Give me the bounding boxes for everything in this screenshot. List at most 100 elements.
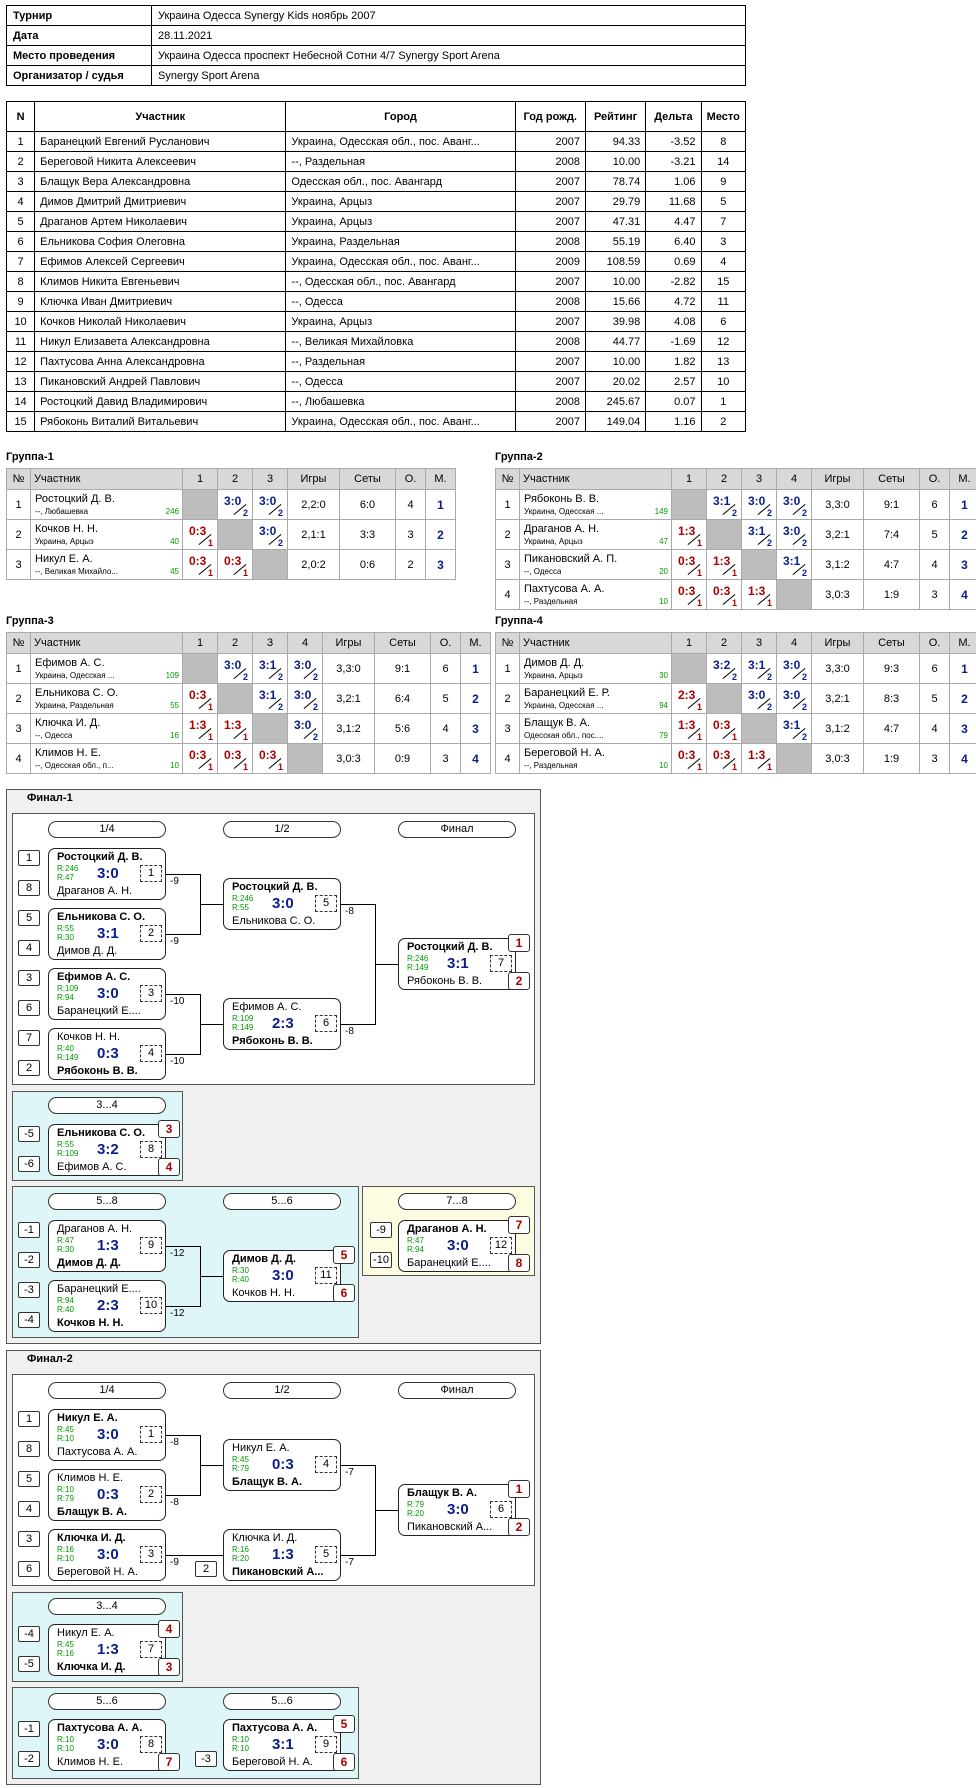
result-score: 3:0 xyxy=(224,658,242,672)
table-cell: Никул Елизавета Александровна xyxy=(34,331,287,352)
result-cell: 3:1 2 xyxy=(741,519,777,550)
result-points: 1 xyxy=(696,568,702,578)
result-score: 3:1 xyxy=(748,524,766,538)
player-city: Украина, Раздельная xyxy=(35,701,114,710)
seed-number: 8 xyxy=(18,880,40,896)
sets-cell: 1:9 xyxy=(863,579,920,610)
player-rating: 246 xyxy=(165,507,179,516)
info-row: Дата 28.11.2021 xyxy=(6,25,746,46)
table-cell: Рябоконь Виталий Витальевич xyxy=(34,411,287,432)
result-cell: 3:1 2 xyxy=(252,653,288,684)
final-place: 1 xyxy=(508,934,530,952)
table-cell: 29.79 xyxy=(584,191,647,212)
match-score: 2:3 xyxy=(272,1015,294,1032)
result-cell: 3:0 2 xyxy=(287,713,323,744)
loser-goto: -10 xyxy=(170,1056,185,1067)
match-rating-2: R:30 xyxy=(57,1245,74,1254)
group-row: 2 Ельникова С. О. Украина, Раздельная 55 0:3… xyxy=(6,683,491,714)
header-opponent: 2 xyxy=(706,468,742,490)
result-points: 2 xyxy=(731,672,737,682)
result-cell: 0:3 1 xyxy=(217,743,253,774)
player-city: --, Одесская обл., п... xyxy=(35,761,114,770)
result-score: 3:0 xyxy=(783,524,801,538)
sets-cell: 6:0 xyxy=(339,489,396,520)
group-row: 4 Климов Н. Е. --, Одесская обл., п... 10 0:… xyxy=(6,743,491,774)
table-cell: 1 xyxy=(700,391,747,412)
match-player-2: Рябоконь В. В. xyxy=(57,1065,138,1077)
player-city: Украина, Арцыз xyxy=(35,537,94,546)
seed-number: 6 xyxy=(18,1000,40,1016)
result-points: 2 xyxy=(766,538,772,548)
match-rating-1: R:79 xyxy=(407,1500,424,1509)
result-score: 1:3 xyxy=(678,718,696,732)
round-caption: 7...8 xyxy=(398,1193,516,1210)
result-score: 3:0 xyxy=(294,658,312,672)
result-points: 1 xyxy=(207,762,213,772)
player-name: Никул Е. А. xyxy=(35,553,93,565)
match-score: 3:0 xyxy=(97,1426,119,1443)
seed-number: 1 xyxy=(18,850,40,866)
row-number: 1 xyxy=(6,489,31,520)
header-no: № xyxy=(6,468,31,490)
table-cell: --, Одесса xyxy=(285,371,516,392)
group-title: Группа-1 xyxy=(6,451,54,463)
result-score: 3:0 xyxy=(748,688,766,702)
header-player: Участник xyxy=(30,632,183,654)
games-cell: 3,0:3 xyxy=(322,743,375,774)
games-cell: 3,1:2 xyxy=(811,549,864,580)
match-rating-1: R:109 xyxy=(232,1014,254,1023)
loser-goto: -8 xyxy=(170,1497,179,1508)
match-player-1: Ростоцкий Д. В. xyxy=(57,851,143,863)
table-cell: 2008 xyxy=(514,291,586,312)
table-cell: 2008 xyxy=(514,331,586,352)
table-cell: 2007 xyxy=(514,171,586,192)
result-cell: 0:3 1 xyxy=(182,519,218,550)
match-rating-1: R:94 xyxy=(57,1296,74,1305)
loser-goto: -12 xyxy=(170,1308,185,1319)
table-cell: 4.08 xyxy=(645,311,702,332)
info-label: Дата xyxy=(6,25,152,46)
table-cell: 2009 xyxy=(514,251,586,272)
table-cell: Димов Дмитрий Дмитриевич xyxy=(34,191,287,212)
table-cell: 11 xyxy=(5,331,36,352)
match-player-1: Пахтусова А. А. xyxy=(57,1722,143,1734)
row-number: 3 xyxy=(6,713,31,744)
result-cell: 0:3 1 xyxy=(706,743,742,774)
table-cell: 0.69 xyxy=(645,251,702,272)
table-cell: Пикановский Андрей Павлович xyxy=(34,371,287,392)
result-points: 2 xyxy=(766,672,772,682)
sets-cell: 7:4 xyxy=(863,519,920,550)
self-cell xyxy=(671,489,707,520)
result-points: 1 xyxy=(696,732,702,742)
result-cell: 3:0 2 xyxy=(776,653,812,684)
header-points: О. xyxy=(919,632,950,654)
match-rating-2: R:30 xyxy=(57,933,74,942)
player-rating: 20 xyxy=(659,567,668,576)
match-rating-1: R:55 xyxy=(57,924,74,933)
player-cell: Климов Н. Е. --, Одесская обл., п... 10 xyxy=(30,743,183,774)
row-number: 4 xyxy=(495,743,520,774)
player-name: Ефимов А. С. xyxy=(35,657,105,669)
match-score: 3:1 xyxy=(97,925,119,942)
group-title: Группа-2 xyxy=(495,451,543,463)
result-score: 3:0 xyxy=(783,494,801,508)
games-cell: 3,2:1 xyxy=(811,683,864,714)
result-points: 2 xyxy=(801,732,807,742)
table-cell: 6.40 xyxy=(645,231,702,252)
match-player-2: Ефимов А. С. xyxy=(57,1161,127,1173)
table-row: 2 Береговой Никита Алексеевич --, Раздельн… xyxy=(5,151,747,172)
player-name: Баранецкий Е. Р. xyxy=(524,687,610,699)
result-points: 2 xyxy=(277,702,283,712)
match-score: 3:1 xyxy=(447,955,469,972)
match-rating-1: R:10 xyxy=(57,1735,74,1744)
result-cell: 3:1 2 xyxy=(706,489,742,520)
match-player-2: Ключка И. Д. xyxy=(57,1661,126,1673)
match-score: 2:3 xyxy=(97,1297,119,1314)
result-points: 2 xyxy=(801,568,807,578)
info-label: Организатор / судья xyxy=(6,65,152,86)
table-cell: Украина, Одесская обл., пос. Аванг... xyxy=(285,131,516,152)
table-cell: 78.74 xyxy=(584,171,647,192)
games-cell: 3,0:3 xyxy=(811,743,864,774)
result-score: 3:0 xyxy=(259,494,277,508)
header-opponent: 2 xyxy=(706,632,742,654)
